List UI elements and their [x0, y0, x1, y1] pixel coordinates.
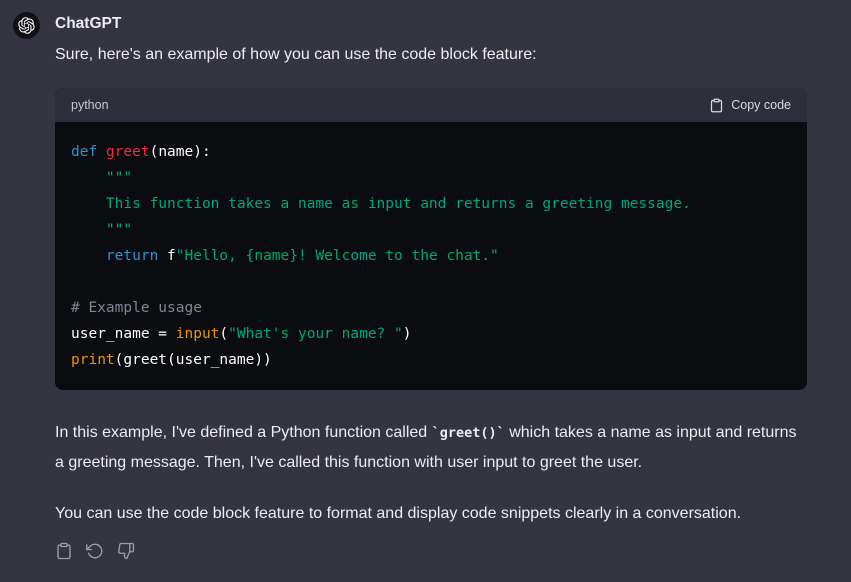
message-content: ChatGPT Sure, here's an example of how y…: [55, 10, 807, 560]
copy-code-label: Copy code: [731, 98, 791, 112]
code-line: return f"Hello, {name}! Welcome to the c…: [71, 243, 791, 269]
code-line: """: [71, 217, 791, 243]
explanation-paragraph: In this example, I've defined a Python f…: [55, 418, 807, 478]
inline-code: `greet()`: [432, 425, 505, 441]
openai-logo-icon: [18, 17, 35, 34]
actions-bar: [55, 542, 807, 560]
clipboard-icon: [55, 542, 73, 560]
clipboard-icon: [709, 98, 724, 113]
code-block: python Copy code def greet(name): """ Th…: [55, 88, 807, 390]
intro-paragraph: Sure, here's an example of how you can u…: [55, 42, 807, 68]
code-line: def greet(name):: [71, 139, 791, 165]
copy-message-button[interactable]: [55, 542, 73, 560]
code-line: This function takes a name as input and …: [71, 191, 791, 217]
copy-code-button[interactable]: Copy code: [709, 98, 791, 113]
code-line: # Example usage: [71, 295, 791, 321]
regenerate-button[interactable]: [86, 542, 104, 560]
code-line: """: [71, 165, 791, 191]
code-line: [71, 269, 791, 295]
code-language-label: python: [71, 98, 109, 112]
assistant-message: ChatGPT Sure, here's an example of how y…: [0, 0, 851, 560]
rotate-ccw-icon: [86, 542, 104, 560]
closing-paragraph: You can use the code block feature to fo…: [55, 499, 807, 529]
code-header: python Copy code: [55, 88, 807, 122]
thumbs-down-icon: [117, 542, 135, 560]
thumbs-down-button[interactable]: [117, 542, 135, 560]
sender-name: ChatGPT: [55, 10, 807, 37]
code-content: def greet(name): """ This function takes…: [55, 122, 807, 390]
code-line: print(greet(user_name)): [71, 347, 791, 373]
code-line: user_name = input("What's your name? "): [71, 321, 791, 347]
explanation-before: In this example, I've defined a Python f…: [55, 424, 432, 441]
chatgpt-avatar: [13, 12, 40, 39]
